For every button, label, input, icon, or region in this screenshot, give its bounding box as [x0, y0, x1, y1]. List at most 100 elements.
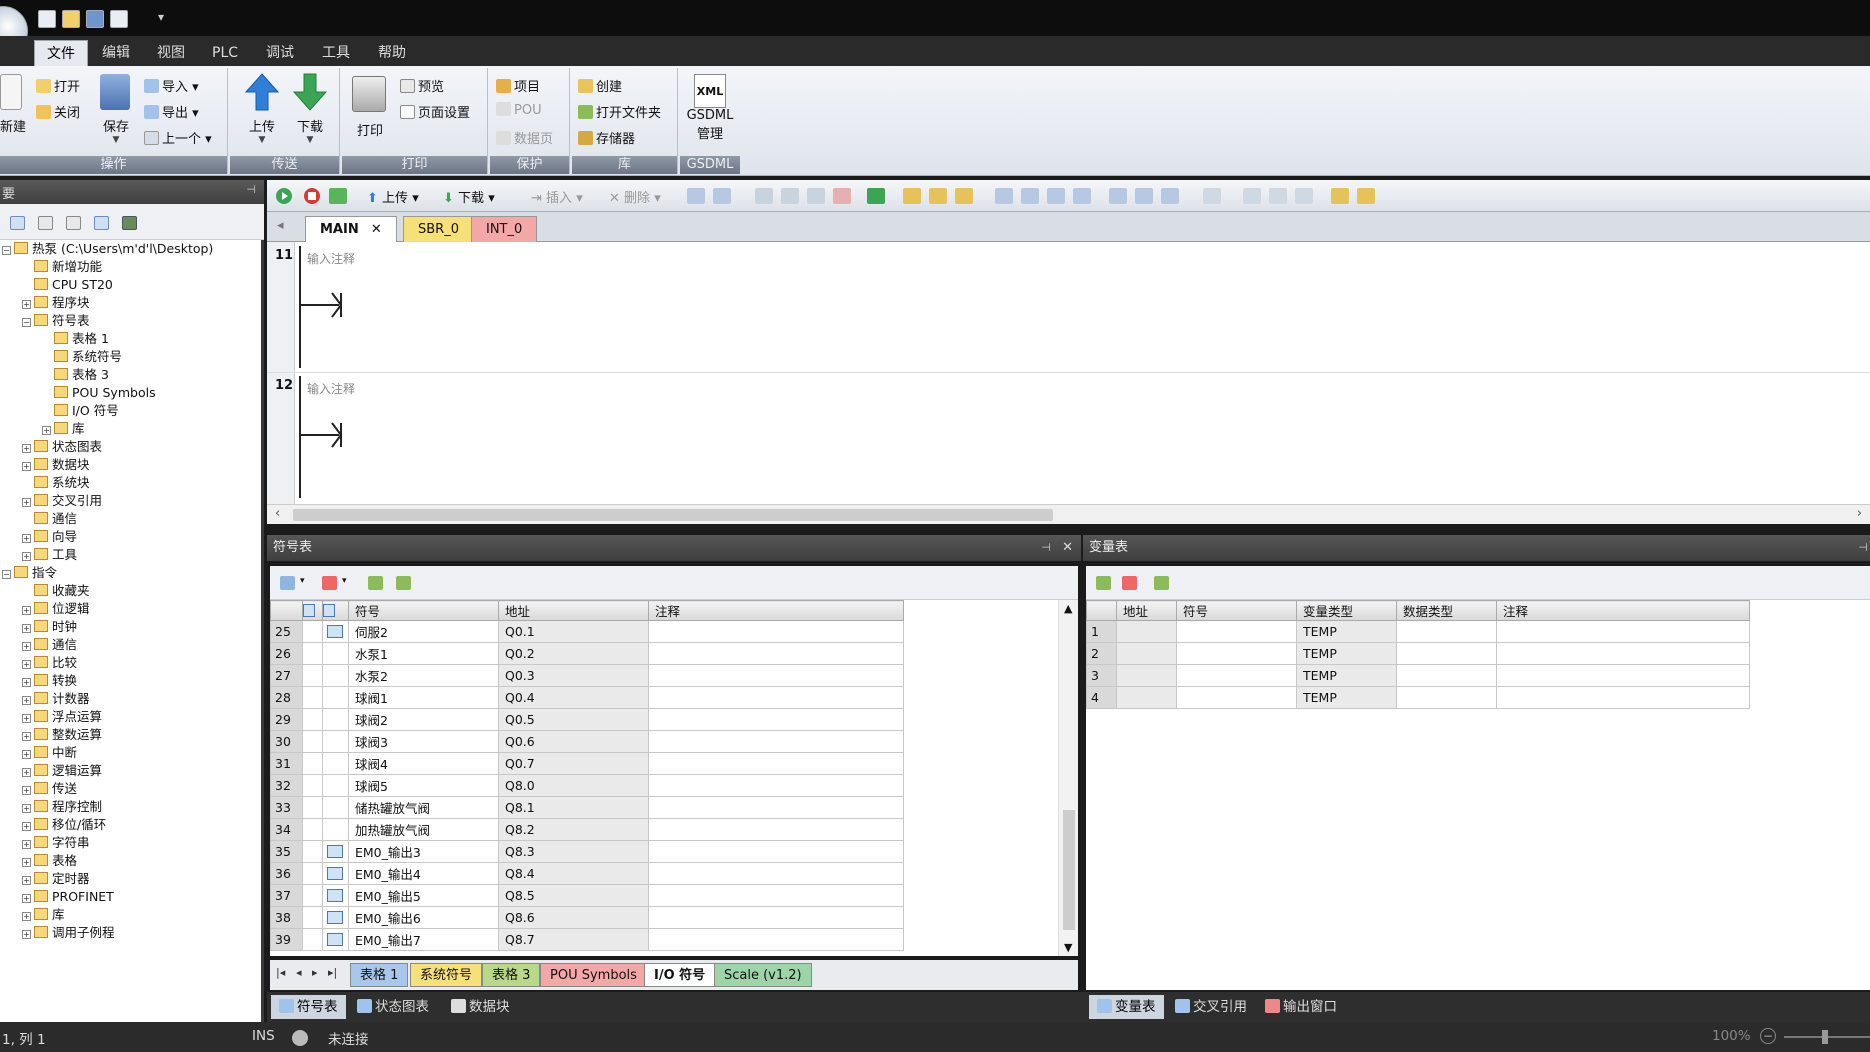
row-icon-cell[interactable]: [322, 840, 349, 863]
tb-icon-i[interactable]: [929, 188, 947, 204]
sheet-tab-table1[interactable]: 表格 1: [350, 963, 409, 987]
network-11-comment[interactable]: 输入注释: [307, 250, 355, 267]
table-row[interactable]: 28 球阀1 Q0.4: [270, 686, 904, 709]
symbol-cell[interactable]: 球阀3: [348, 730, 499, 753]
print-button[interactable]: 打印: [350, 76, 390, 139]
add-row-dropdown-icon[interactable]: ▾: [300, 576, 305, 586]
tree-item[interactable]: + 字符串: [22, 834, 90, 852]
table-row[interactable]: 37 EM0_输出5 Q8.5: [270, 884, 904, 907]
expand-toggle-icon[interactable]: +: [22, 462, 31, 471]
tb-icon-m[interactable]: [1047, 188, 1065, 204]
address-cell[interactable]: Q0.6: [498, 730, 649, 753]
row-flag-cell[interactable]: [302, 862, 323, 885]
address-cell[interactable]: Q8.3: [498, 840, 649, 863]
expand-toggle-icon[interactable]: +: [22, 930, 31, 939]
open-folder-icon[interactable]: [62, 10, 80, 28]
tree-item[interactable]: + 定时器: [22, 870, 90, 888]
tb-icon-v[interactable]: [1331, 188, 1349, 204]
expand-toggle-icon[interactable]: +: [22, 894, 31, 903]
symbol-cell[interactable]: [1176, 664, 1297, 687]
ladder-hscrollbar[interactable]: ‹ ›: [267, 504, 1870, 524]
symbol-cell[interactable]: EM0_输出6: [348, 906, 499, 929]
tb-icon-l[interactable]: [1021, 188, 1039, 204]
table-row[interactable]: 26 水泵1 Q0.2: [270, 642, 904, 665]
tree-item[interactable]: − 热泵 (C:\Users\m'd'l\Desktop): [2, 240, 213, 258]
save-icon[interactable]: [86, 10, 104, 28]
tree-item[interactable]: − 指令: [2, 564, 57, 582]
nav-cross-reference[interactable]: 交叉引用: [1167, 995, 1255, 1019]
var-col-comment[interactable]: 注释: [1496, 600, 1750, 621]
var-type-cell[interactable]: TEMP: [1296, 642, 1397, 665]
row-icon-cell[interactable]: [322, 686, 349, 709]
expand-toggle-icon[interactable]: +: [22, 696, 31, 705]
network-12-comment[interactable]: 输入注释: [307, 380, 355, 397]
ladder-editor[interactable]: 11 输入注释 12 输入注释: [267, 242, 1870, 504]
menu-tab-edit[interactable]: 编辑: [90, 40, 142, 66]
address-cell[interactable]: Q8.1: [498, 796, 649, 819]
expand-toggle-icon[interactable]: +: [22, 552, 31, 561]
address-cell[interactable]: Q8.5: [498, 884, 649, 907]
tree-item[interactable]: + 中断: [22, 744, 77, 762]
lib-memory-button[interactable]: 存储器: [578, 128, 635, 147]
var-col-var-type[interactable]: 变量类型: [1296, 600, 1397, 621]
data-type-cell[interactable]: [1396, 642, 1497, 665]
comment-cell[interactable]: [648, 928, 904, 951]
var-type-cell[interactable]: TEMP: [1296, 686, 1397, 709]
expand-toggle-icon[interactable]: +: [22, 300, 31, 309]
new-file-icon[interactable]: [38, 10, 56, 28]
expand-toggle-icon[interactable]: +: [22, 804, 31, 813]
page-setup-button[interactable]: 页面设置: [400, 102, 470, 121]
expand-toggle-icon[interactable]: +: [22, 732, 31, 741]
symbol-cell[interactable]: 伺服2: [348, 620, 499, 643]
tb-icon-g[interactable]: [867, 188, 885, 204]
row-icon-cell[interactable]: [322, 730, 349, 753]
sheet-first-icon[interactable]: |◂: [276, 966, 285, 979]
tree-item[interactable]: + 库: [42, 420, 85, 438]
new-button[interactable]: 新建: [0, 74, 26, 135]
symbol-cell[interactable]: [1176, 620, 1297, 643]
table-row[interactable]: 31 球阀4 Q0.7: [270, 752, 904, 775]
nav-status-chart[interactable]: 状态图表: [349, 995, 437, 1019]
toolbar-delete-button[interactable]: ✕ 删除 ▾: [609, 187, 661, 206]
tree-item[interactable]: + 数据块: [22, 456, 90, 474]
symbol-cell[interactable]: 储热罐放气阀: [348, 796, 499, 819]
data-type-cell[interactable]: [1396, 686, 1497, 709]
tb-icon-p[interactable]: [1135, 188, 1153, 204]
symbol-cell[interactable]: 加热罐放气阀: [348, 818, 499, 841]
tree-item[interactable]: I/O 符号: [42, 402, 119, 420]
data-type-cell[interactable]: [1396, 664, 1497, 687]
row-icon-cell[interactable]: [322, 620, 349, 643]
table-row[interactable]: 39 EM0_输出7 Q8.7: [270, 928, 904, 951]
tree-item[interactable]: + 程序块: [22, 294, 90, 312]
symbol-col-symbol[interactable]: 符号: [348, 600, 499, 621]
table-row[interactable]: 34 加热罐放气阀 Q8.2: [270, 818, 904, 841]
address-cell[interactable]: [1116, 620, 1177, 643]
expand-toggle-icon[interactable]: +: [22, 534, 31, 543]
data-type-cell[interactable]: [1396, 620, 1497, 643]
address-cell[interactable]: Q8.4: [498, 862, 649, 885]
var-type-cell[interactable]: TEMP: [1296, 664, 1397, 687]
row-icon-cell[interactable]: [322, 862, 349, 885]
comment-cell[interactable]: [648, 796, 904, 819]
hscroll-right-icon[interactable]: ›: [1857, 506, 1862, 521]
sheet-tab-table3[interactable]: 表格 3: [482, 963, 541, 987]
row-icon-cell[interactable]: [322, 708, 349, 731]
sheet-prev-icon[interactable]: ◂: [296, 966, 302, 979]
tab-int0[interactable]: INT_0: [471, 216, 538, 242]
tb-icon-e[interactable]: [807, 188, 825, 204]
tree-item[interactable]: + 通信: [22, 636, 77, 654]
address-cell[interactable]: [1116, 686, 1177, 709]
tb-icon-b[interactable]: [713, 188, 731, 204]
tree-view-icon-2[interactable]: [38, 216, 53, 230]
address-cell[interactable]: Q0.7: [498, 752, 649, 775]
var-col-data-type[interactable]: 数据类型: [1396, 600, 1497, 621]
expand-toggle-icon[interactable]: +: [22, 444, 31, 453]
symbol-col-comment[interactable]: 注释: [648, 600, 904, 621]
vscroll-up-icon[interactable]: ▲: [1064, 602, 1072, 615]
tb-icon-k[interactable]: [995, 188, 1013, 204]
var-col-symbol[interactable]: 符号: [1176, 600, 1297, 621]
tree-item[interactable]: + 调用子例程: [22, 924, 115, 942]
gsdml-manage-button[interactable]: XML GSDML 管理: [686, 74, 734, 142]
symbol-col-address[interactable]: 地址: [498, 600, 649, 621]
row-flag-cell[interactable]: [302, 620, 323, 643]
